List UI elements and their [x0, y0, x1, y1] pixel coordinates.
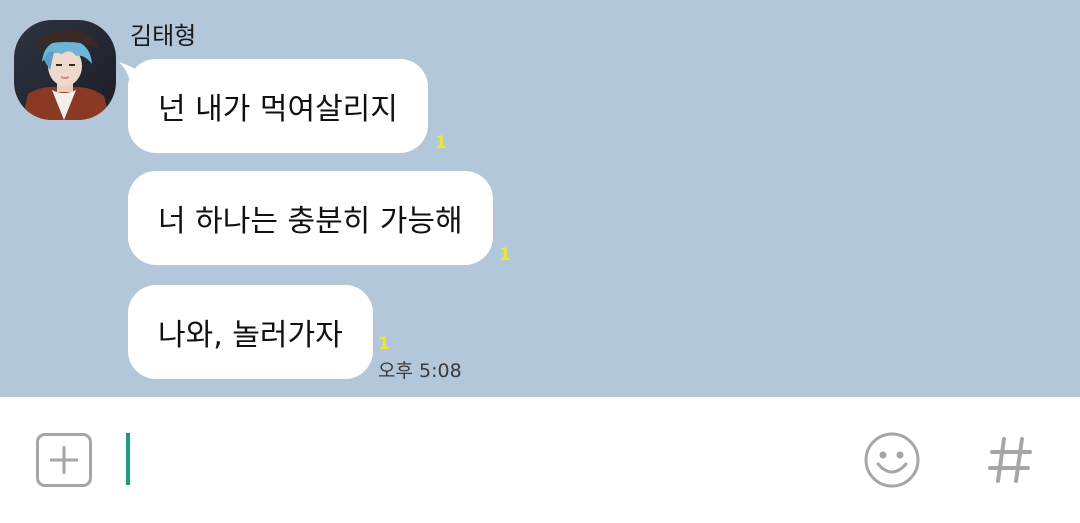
message-input[interactable]: [134, 425, 838, 497]
message-bubble[interactable]: 나와, 놀러가자: [128, 285, 373, 379]
message-text: 너 하나는 충분히 가능해: [158, 204, 463, 239]
message-bubble[interactable]: 너 하나는 충분히 가능해: [128, 171, 493, 265]
add-icon: [50, 446, 78, 474]
message-text: 넌 내가 먹여살리지: [158, 92, 398, 127]
avatar-image: [14, 20, 116, 120]
sender-avatar[interactable]: [14, 20, 116, 120]
attach-button[interactable]: [36, 433, 92, 487]
unread-count: 1: [499, 245, 511, 265]
text-cursor: [126, 433, 130, 485]
message-bubble[interactable]: 넌 내가 먹여살리지: [128, 59, 428, 153]
message-text: 나와, 놀러가자: [158, 318, 343, 353]
sender-name: 김태형: [130, 22, 197, 50]
smiley-face-icon: [864, 432, 920, 488]
message-timestamp: 오후 5:08: [378, 360, 462, 382]
hashtag-icon: [988, 437, 1032, 483]
unread-count: 1: [378, 334, 390, 354]
unread-count: 1: [435, 133, 447, 153]
hashtag-button[interactable]: [984, 433, 1038, 487]
emoji-button[interactable]: [862, 430, 922, 490]
chat-area[interactable]: 김태형 넌 내가 먹여살리지 1 너 하나는 충분히 가능해 1 나와, 놀러가…: [0, 0, 1080, 397]
